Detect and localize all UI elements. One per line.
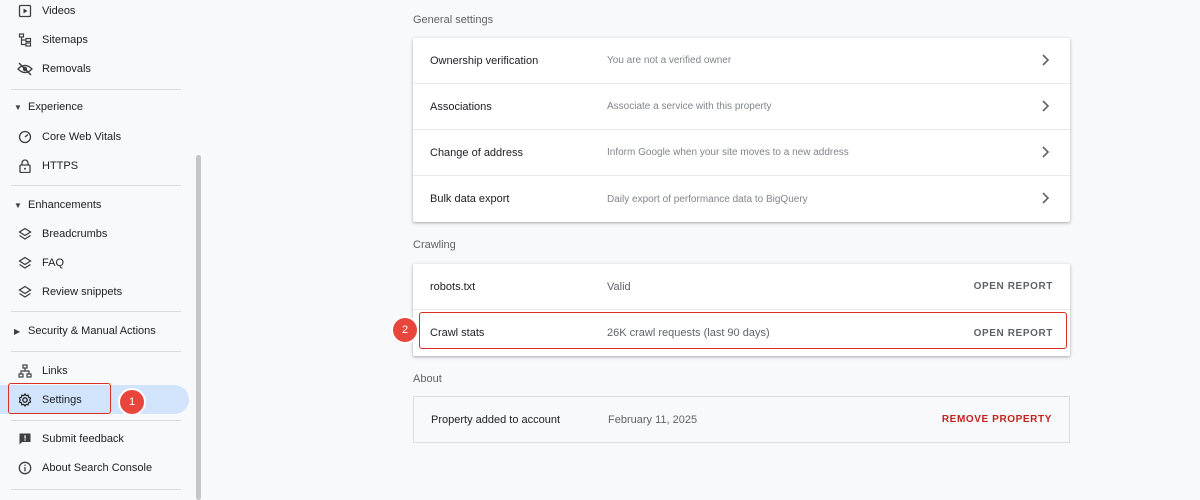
chevron-right-icon xyxy=(1042,54,1050,66)
sidebar-item-label: HTTPS xyxy=(42,159,79,172)
row-title: Ownership verification xyxy=(430,54,539,67)
chevron-right-icon xyxy=(1042,100,1050,112)
caret-down-icon: ▼ xyxy=(14,102,22,112)
robots-txt-row: robots.txt Valid OPEN REPORT xyxy=(413,264,1070,310)
row-description: Associate a service with this property xyxy=(607,101,772,112)
sidebar-item-core-web-vitals[interactable]: Core Web Vitals xyxy=(0,122,190,151)
chevron-right-icon xyxy=(1042,192,1050,204)
sidebar-item-label: Breadcrumbs xyxy=(42,227,108,240)
section-enhancements[interactable]: ▼ Enhancements xyxy=(0,194,190,216)
sidebar-divider xyxy=(11,185,181,186)
sidebar-item-breadcrumbs[interactable]: Breadcrumbs xyxy=(0,219,190,248)
sidebar-scrollbar[interactable] xyxy=(196,155,201,500)
sidebar-divider xyxy=(11,311,181,312)
row-title: Bulk data export xyxy=(430,193,510,205)
row-description: Valid xyxy=(607,280,631,293)
caret-right-icon: ▶ xyxy=(14,326,21,336)
associations-row[interactable]: Associations Associate a service with th… xyxy=(413,84,1070,130)
sidebar-divider xyxy=(11,489,181,490)
links-icon xyxy=(17,363,33,379)
sidebar-item-faq[interactable]: FAQ xyxy=(0,248,190,277)
lock-icon xyxy=(17,158,33,174)
sidebar-item-label: Sitemaps xyxy=(42,33,88,46)
sidebar-item-label: Links xyxy=(42,364,68,377)
sidebar-item-https[interactable]: HTTPS xyxy=(0,151,190,180)
section-label: Security & Manual Actions xyxy=(28,325,156,337)
general-settings-heading: General settings xyxy=(413,14,494,26)
section-label: Enhancements xyxy=(28,199,102,211)
sitemap-icon xyxy=(17,32,33,48)
row-description: Inform Google when your site moves to a … xyxy=(607,147,849,158)
sidebar-divider xyxy=(11,89,181,90)
layers-icon xyxy=(17,226,33,242)
annotation-badge-1: 1 xyxy=(120,390,144,414)
sidebar-item-label: About Search Console xyxy=(42,461,153,474)
chevron-right-icon xyxy=(1042,146,1050,158)
about-heading: About xyxy=(413,373,442,385)
annotation-badge-2: 2 xyxy=(393,318,417,342)
sidebar-item-links[interactable]: Links xyxy=(0,356,190,385)
row-description: Daily export of performance data to BigQ… xyxy=(607,193,808,205)
caret-down-icon: ▼ xyxy=(14,200,22,210)
row-description: You are not a verified owner xyxy=(607,55,732,66)
feedback-icon xyxy=(17,431,33,447)
sidebar-item-label: Review snippets xyxy=(42,285,123,298)
remove-property-button[interactable]: REMOVE PROPERTY xyxy=(942,414,1052,425)
sidebar-item-sitemaps[interactable]: Sitemaps xyxy=(0,25,190,54)
crawl-stats-highlight xyxy=(419,312,1067,349)
eye-off-icon xyxy=(17,61,33,77)
change-of-address-row[interactable]: Change of address Inform Google when you… xyxy=(413,130,1070,176)
sidebar-item-about[interactable]: About Search Console xyxy=(0,453,190,482)
row-title: Change of address xyxy=(430,146,523,159)
sidebar-item-label: Core Web Vitals xyxy=(42,130,122,143)
settings-highlight xyxy=(8,383,111,414)
open-report-button[interactable]: OPEN REPORT xyxy=(974,281,1053,292)
sidebar-divider xyxy=(11,420,181,421)
gauge-icon xyxy=(17,129,33,145)
bulk-data-export-row[interactable]: Bulk data export Daily export of perform… xyxy=(413,176,1070,222)
about-card: Property added to account February 11, 2… xyxy=(413,396,1070,443)
sidebar-item-removals[interactable]: Removals xyxy=(0,54,190,83)
row-title: Associations xyxy=(430,100,492,113)
sidebar-item-label: Removals xyxy=(42,62,91,75)
general-settings-card: Ownership verification You are not a ver… xyxy=(413,38,1070,222)
crawling-heading: Crawling xyxy=(413,239,456,251)
layers-icon xyxy=(17,284,33,300)
sidebar-item-label: Videos xyxy=(42,4,76,17)
section-security[interactable]: ▶ Security & Manual Actions xyxy=(0,320,190,342)
row-title: robots.txt xyxy=(430,280,476,293)
video-icon xyxy=(17,3,33,19)
sidebar-item-review-snippets[interactable]: Review snippets xyxy=(0,277,190,306)
section-label: Experience xyxy=(28,101,84,113)
sidebar-divider xyxy=(11,351,181,352)
row-description: February 11, 2025 xyxy=(608,413,698,426)
sidebar-item-videos[interactable]: Videos xyxy=(0,0,190,25)
sidebar: Videos Sitemaps Removals ▼ Experience Co… xyxy=(0,0,200,500)
sidebar-item-label: Submit feedback xyxy=(42,432,124,445)
sidebar-item-label: FAQ xyxy=(42,256,65,269)
info-icon xyxy=(17,460,33,476)
sidebar-item-submit-feedback[interactable]: Submit feedback xyxy=(0,424,190,453)
row-title: Property added to account xyxy=(431,413,561,426)
ownership-verification-row[interactable]: Ownership verification You are not a ver… xyxy=(413,38,1070,84)
section-experience[interactable]: ▼ Experience xyxy=(0,96,190,118)
layers-icon xyxy=(17,255,33,271)
